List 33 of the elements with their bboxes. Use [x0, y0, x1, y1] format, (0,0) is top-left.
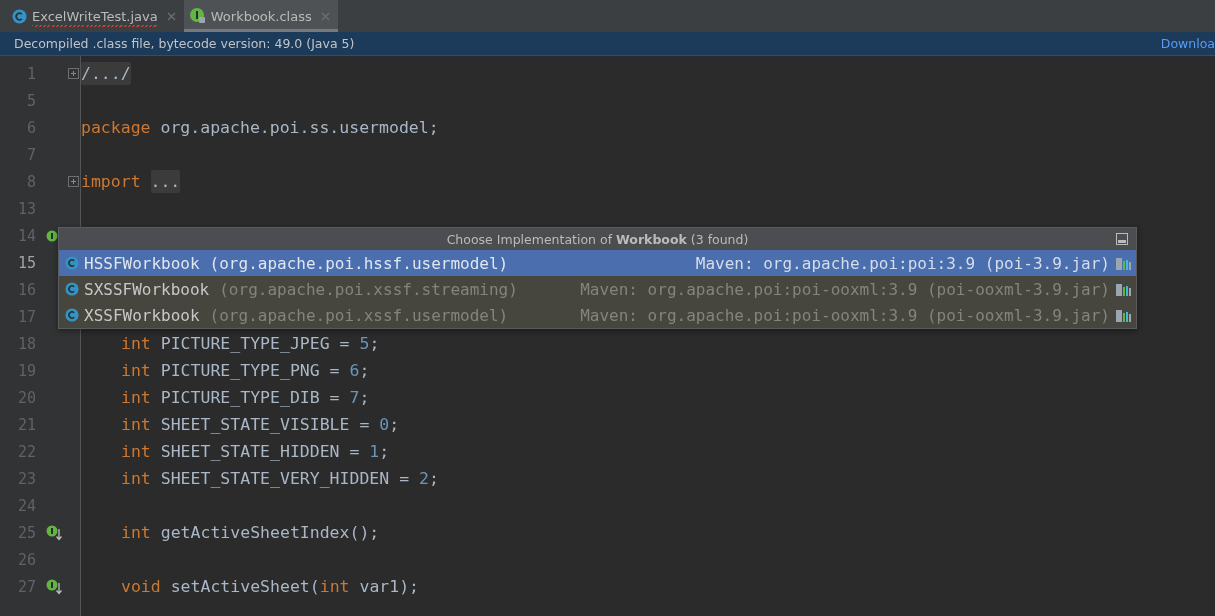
- class-icon: [12, 8, 27, 24]
- editor-tab[interactable]: Workbook.class: [183, 0, 338, 32]
- implemented-icon[interactable]: [46, 578, 62, 595]
- implementation-item[interactable]: HSSFWorkbook (org.apache.poi.hssf.usermodel) Maven: org.apache.poi:poi:3.9 (poi-3.9.jar): [59, 250, 1136, 276]
- pin-icon[interactable]: [1116, 233, 1128, 245]
- editor-tab[interactable]: ExcelWriteTest.java: [6, 0, 184, 32]
- implementation-item[interactable]: SXSSFWorkbook (org.apache.poi.xssf.streaming) Maven: org.apache.poi:poi-ooxml:3.9 (poi-ooxml-3.9.jar): [59, 276, 1136, 302]
- library-icon: [1116, 256, 1132, 270]
- code-line: void setActiveSheet(int var1);: [120, 577, 420, 596]
- code-line: int SHEET_STATE_VERY_HIDDEN = 2;: [120, 469, 439, 488]
- code-line: package org.apache.poi.ss.usermodel;: [80, 118, 439, 137]
- popup-title: Choose Implementation of Workbook (3 found): [446, 231, 749, 247]
- class-icon: [65, 308, 79, 322]
- code-line: int PICTURE_TYPE_PNG = 6;: [120, 361, 370, 380]
- library-icon: [1116, 282, 1132, 296]
- implementation-item[interactable]: XSSFWorkbook (org.apache.poi.xssf.usermodel) Maven: org.apache.poi:poi-ooxml:3.9 (poi-ooxml-3.9.jar): [59, 302, 1136, 328]
- download-link[interactable]: Downloa: [1160, 36, 1215, 51]
- banner-text: Decompiled .class file, bytecode version: 49.0 (Java 5): [14, 36, 355, 51]
- code-line: int SHEET_STATE_VISIBLE = 0;: [120, 415, 400, 434]
- code-line: int PICTURE_TYPE_JPEG = 5;: [120, 334, 380, 353]
- class-icon: [65, 256, 79, 270]
- code-line: int PICTURE_TYPE_DIB = 7;: [120, 388, 370, 407]
- interface-icon: [189, 8, 206, 24]
- library-icon: [1116, 308, 1132, 322]
- code-line: import ...: [80, 172, 181, 191]
- code-line: int getActiveSheetIndex();: [120, 523, 380, 542]
- class-icon: [65, 282, 79, 296]
- code-line: int SHEET_STATE_HIDDEN = 1;: [120, 442, 390, 461]
- line-number: 15: [16, 253, 36, 272]
- implemented-icon[interactable]: [46, 524, 62, 541]
- fold-icon[interactable]: [67, 176, 79, 187]
- implemented-icon[interactable]: [46, 229, 58, 242]
- fold-icon[interactable]: [67, 68, 79, 79]
